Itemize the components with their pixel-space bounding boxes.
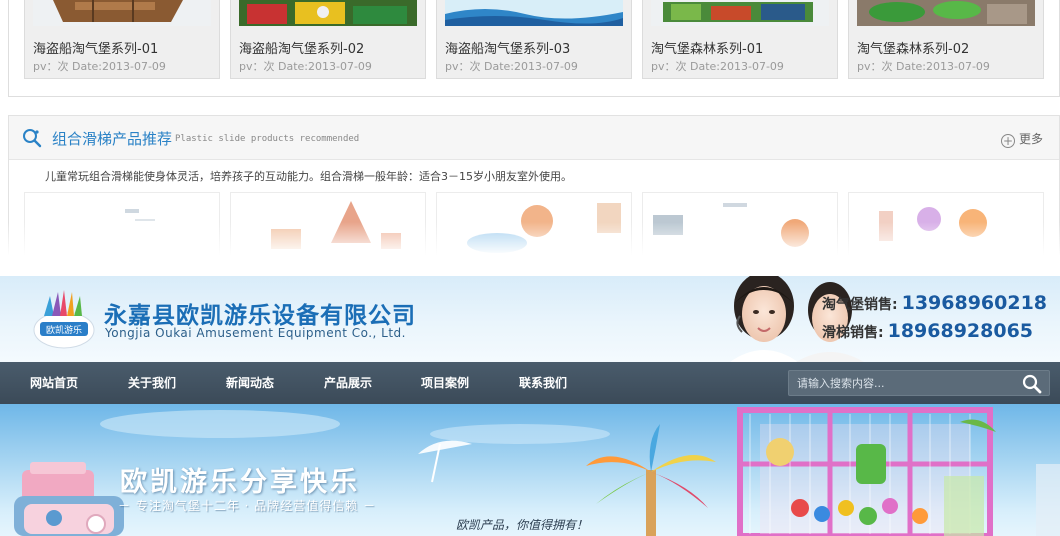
section-header: 组合滑梯产品推荐 Plastic slide products recommen… [9,116,1059,160]
product-card[interactable]: 淘气堡森林系列-02 pv：次 Date:2013-07-09 [848,0,1044,79]
product-thumbnail[interactable] [651,0,829,26]
section-title: 组合滑梯产品推荐 [52,130,173,148]
hotline-playhouse: 淘气堡销售: 13968960218 [822,292,1047,314]
nav-item-products[interactable]: 产品展示 [324,362,372,404]
plus-icon: + [1000,134,1015,148]
company-name-en: Yongjia Oukai Amusement Equipment Co., L… [105,326,406,340]
hotline-number[interactable]: 13968960218 [902,292,1047,314]
company-name: 永嘉县欧凯游乐设备有限公司 [104,303,416,329]
product-meta: pv：次 Date:2013-07-09 [33,60,166,73]
hotline-slide: 滑梯销售: 18968928065 [822,320,1033,342]
banner-subtitle: － 专注淘气堡十二年 · 品牌经营值得信赖 － [118,499,377,513]
search-input[interactable] [797,371,1017,395]
customer-service-photo [720,276,900,362]
product-meta: pv：次 Date:2013-07-09 [445,60,578,73]
hero-banner[interactable]: 欧凯游乐分享快乐 － 专注淘气堡十二年 · 品牌经营值得信赖 － 欧凯产品，你值… [0,404,1060,536]
product-thumbnail[interactable] [33,0,211,26]
product-title[interactable]: 海盗船淘气堡系列-02 [239,38,364,57]
banner-title: 欧凯游乐分享快乐 [120,467,360,498]
search-icon[interactable] [1021,373,1043,395]
section-subtitle: Plastic slide products recommended [175,134,360,144]
section-description: 儿童常玩组合滑梯能使身体灵活，培养孩子的互动能力。组合滑梯一般年龄：适合3－15… [45,170,572,183]
logo-text: 欧凯游乐 [46,324,82,336]
nav-item-cases[interactable]: 项目案例 [421,362,469,404]
banner-slogan: 欧凯产品，你值得拥有！ [456,518,589,532]
product-title[interactable]: 海盗船淘气堡系列-03 [445,38,570,57]
product-card[interactable]: 海盗船淘气堡系列-01 pv：次 Date:2013-07-09 [24,0,220,79]
featured-products-panel: 海盗船淘气堡系列-01 pv：次 Date:2013-07-09 海盗船淘气堡系… [8,0,1060,97]
nav-item-contact[interactable]: 联系我们 [519,362,567,404]
featured-products-row: 海盗船淘气堡系列-01 pv：次 Date:2013-07-09 海盗船淘气堡系… [24,0,1060,80]
nav-item-about[interactable]: 关于我们 [128,362,176,404]
more-link[interactable]: + 更多 [1000,130,1043,148]
product-thumbnail[interactable] [857,0,1035,26]
nav-item-news[interactable]: 新闻动态 [226,362,274,404]
product-meta: pv：次 Date:2013-07-09 [857,60,990,73]
product-title[interactable]: 淘气堡森林系列-01 [651,38,763,57]
product-title[interactable]: 海盗船淘气堡系列-01 [33,38,158,57]
product-card[interactable]: 海盗船淘气堡系列-02 pv：次 Date:2013-07-09 [230,0,426,79]
nav-item-home[interactable]: 网站首页 [30,362,78,404]
product-card[interactable]: 海盗船淘气堡系列-03 pv：次 Date:2013-07-09 [436,0,632,79]
product-card[interactable]: 淘气堡森林系列-01 pv：次 Date:2013-07-09 [642,0,838,79]
search-magnifier-icon [22,128,42,148]
hotline-number[interactable]: 18968928065 [888,320,1033,342]
product-thumbnail[interactable] [445,0,623,26]
product-meta: pv：次 Date:2013-07-09 [239,60,372,73]
search-box [788,370,1050,396]
hotline-label: 滑梯销售: [822,325,884,341]
site-header: 欧凯游乐 永嘉县欧凯游乐设备有限公司 Yongjia Oukai Amuseme… [0,276,1060,362]
section-fade [0,222,1060,278]
product-title[interactable]: 淘气堡森林系列-02 [857,38,969,57]
product-meta: pv：次 Date:2013-07-09 [651,60,784,73]
more-label: 更多 [1018,132,1043,146]
product-thumbnail[interactable] [239,0,417,26]
company-logo[interactable]: 欧凯游乐 [30,286,98,352]
hotline-label: 淘气堡销售: [822,297,898,313]
